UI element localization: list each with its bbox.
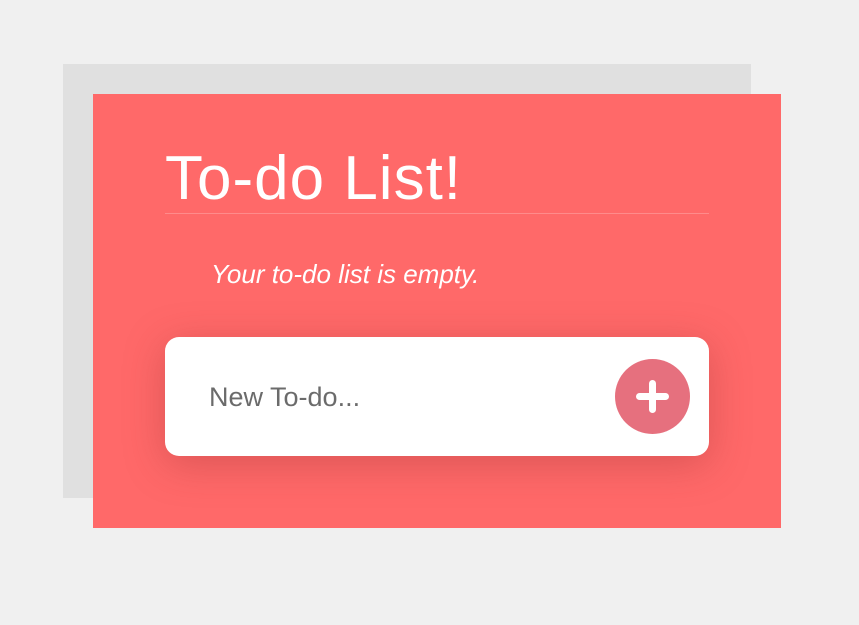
page-title: To-do List! bbox=[165, 144, 463, 213]
title-divider bbox=[165, 213, 709, 214]
new-todo-form bbox=[165, 337, 709, 456]
plus-icon bbox=[636, 380, 669, 413]
add-todo-button[interactable] bbox=[615, 359, 690, 434]
empty-list-message: Your to-do list is empty. bbox=[211, 259, 480, 289]
todo-card: To-do List! Your to-do list is empty. bbox=[93, 94, 781, 528]
new-todo-input[interactable] bbox=[209, 375, 599, 419]
